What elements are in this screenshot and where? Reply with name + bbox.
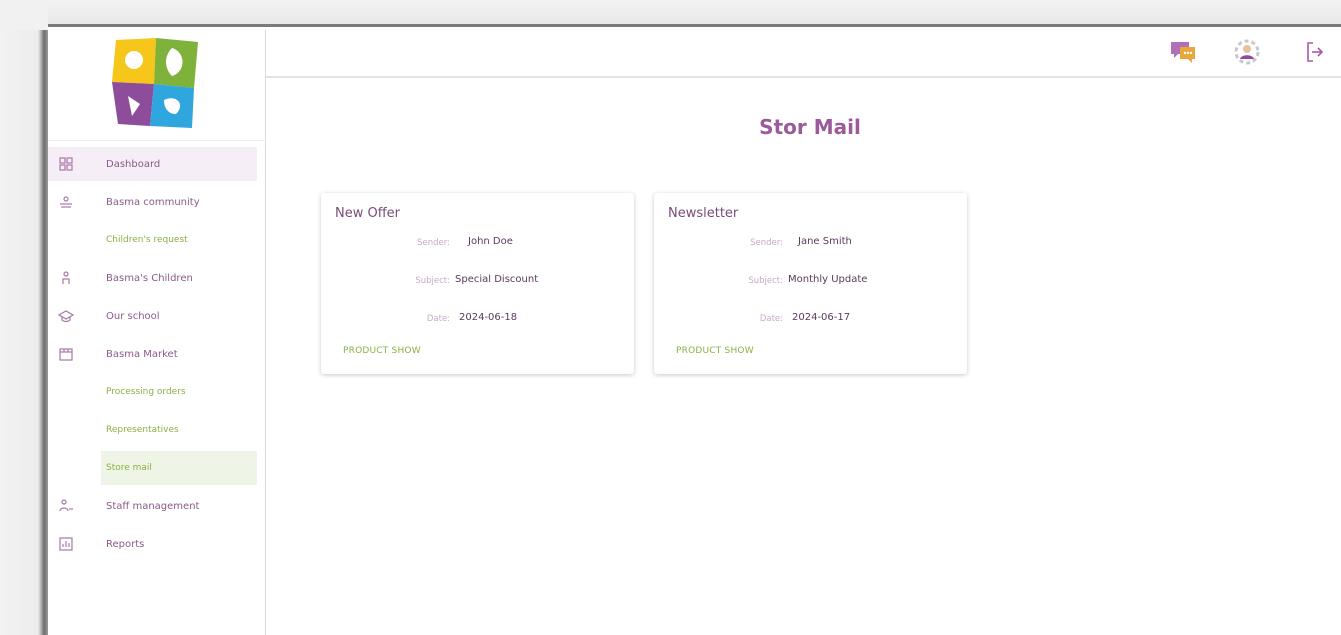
product-show-button[interactable]: PRODUCT SHOW — [343, 346, 421, 356]
sidebar-item-label: Reports — [106, 538, 145, 550]
top-bar — [266, 30, 1341, 78]
subject-value: Special Discount — [455, 274, 539, 285]
sidebar-item-store-mail[interactable]: Store mail — [101, 451, 257, 485]
sidebar-item-childrens-request[interactable]: Children's request — [48, 223, 266, 257]
mail-title: Newsletter — [668, 206, 739, 221]
subject-value: Monthly Update — [788, 274, 868, 285]
sidebar-item-label: Our school — [106, 310, 160, 322]
sidebar-item-dashboard[interactable]: Dashboard — [48, 147, 257, 181]
mail-card: New Offer Sender: John Doe Subject: Spec… — [321, 193, 634, 374]
sidebar-item-label: Staff management — [106, 500, 200, 512]
sidebar-item-basma-market[interactable]: Basma Market — [48, 337, 266, 371]
date-label: Date: — [759, 314, 783, 324]
sender-value: Jane Smith — [798, 236, 852, 247]
product-show-button[interactable]: PRODUCT SHOW — [676, 346, 754, 356]
window-frame-top — [0, 0, 1341, 27]
date-value: 2024-06-17 — [792, 312, 851, 323]
mail-date-row: Date: 2024-06-17 — [654, 312, 967, 328]
page-title: Stor Mail — [759, 115, 861, 139]
grid-icon — [58, 156, 74, 172]
mail-sender-row: Sender: Jane Smith — [654, 236, 967, 252]
app-logo — [106, 34, 206, 130]
sidebar-item-basma-community[interactable]: Basma community — [48, 185, 266, 219]
sidebar-item-label: Processing orders — [106, 387, 186, 397]
mail-sender-row: Sender: John Doe — [321, 236, 634, 252]
window-frame-corner — [0, 0, 48, 30]
sidebar-item-label: Store mail — [106, 463, 152, 473]
sidebar-divider — [48, 140, 266, 141]
sidebar-item-label: Children's request — [106, 235, 188, 245]
sidebar-item-label: Dashboard — [106, 158, 161, 170]
sidebar-item-label: Basma community — [106, 196, 200, 208]
chat-icon[interactable] — [1168, 38, 1198, 66]
sidebar-item-processing-orders[interactable]: Processing orders — [48, 375, 266, 409]
sidebar-item-reports[interactable]: Reports — [48, 527, 266, 561]
staff-icon — [58, 498, 74, 514]
sidebar: Dashboard Basma community Children's req… — [48, 30, 266, 635]
mail-title: New Offer — [335, 206, 401, 221]
subject-label: Subject: — [748, 276, 783, 286]
sidebar-item-label: Basma's Children — [106, 272, 193, 284]
community-icon — [58, 194, 74, 210]
sidebar-item-label: Representatives — [106, 425, 179, 435]
sidebar-item-our-school[interactable]: Our school — [48, 299, 266, 333]
mail-subject-row: Subject: Special Discount — [321, 274, 634, 290]
date-value: 2024-06-18 — [459, 312, 518, 323]
mail-card: Newsletter Sender: Jane Smith Subject: M… — [654, 193, 967, 374]
child-icon — [58, 270, 74, 286]
subject-label: Subject: — [415, 276, 450, 286]
date-label: Date: — [426, 314, 450, 324]
window-frame-left — [0, 0, 48, 635]
sender-label: Sender: — [750, 238, 783, 248]
sidebar-item-label: Basma Market — [106, 348, 178, 360]
sender-label: Sender: — [417, 238, 450, 248]
logout-icon[interactable] — [1300, 38, 1330, 66]
sidebar-item-staff-management[interactable]: Staff management — [48, 489, 266, 523]
sidebar-item-representatives[interactable]: Representatives — [48, 413, 266, 447]
mail-date-row: Date: 2024-06-18 — [321, 312, 634, 328]
market-icon — [58, 346, 74, 362]
school-icon — [57, 308, 75, 324]
user-settings-icon[interactable] — [1232, 38, 1262, 66]
sender-value: John Doe — [468, 236, 513, 247]
reports-icon — [58, 536, 74, 552]
sidebar-item-basmas-children[interactable]: Basma's Children — [48, 261, 266, 295]
mail-subject-row: Subject: Monthly Update — [654, 274, 967, 290]
